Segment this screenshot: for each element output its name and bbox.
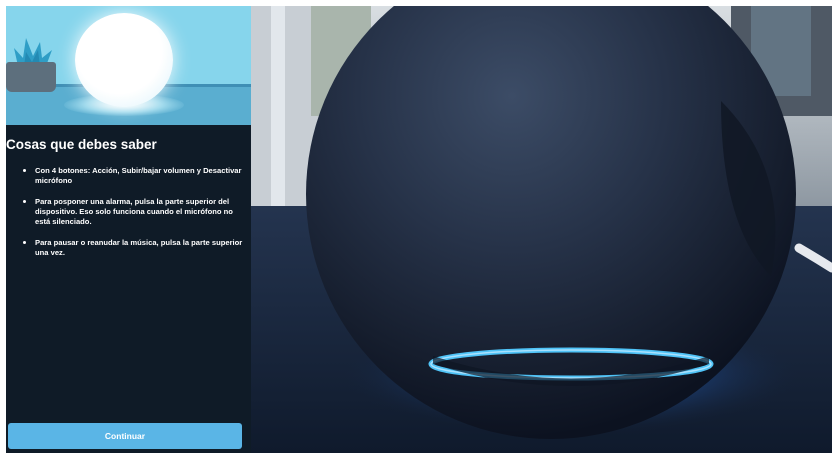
continue-button[interactable]: Continuar	[8, 423, 242, 449]
list-item-text: Con 4 botones: Acción, Subir/bajar volum…	[35, 166, 242, 185]
list-item: Para pausar o reanudar la música, pulsa …	[6, 238, 251, 258]
list-item-text: Para pausar o reanudar la música, pulsa …	[35, 238, 243, 257]
speaker-illustration	[75, 13, 173, 107]
page-title: Cosas que debes saber	[6, 137, 157, 152]
smart-speaker-illustration	[6, 6, 251, 125]
smart-speaker-photo	[251, 6, 832, 453]
screen: Cosas que debes saber Con 4 botones: Acc…	[0, 0, 832, 453]
info-panel: Cosas que debes saber Con 4 botones: Acc…	[6, 6, 251, 453]
list-item: Para posponer una alarma, pulsa la parte…	[6, 197, 251, 227]
list-item: Con 4 botones: Acción, Subir/bajar volum…	[6, 166, 251, 186]
photo-background-glass	[271, 6, 285, 206]
list-item-text: Para posponer una alarma, pulsa la parte…	[35, 197, 233, 226]
speaker-photo-drawing	[251, 6, 832, 453]
info-list: Con 4 botones: Acción, Subir/bajar volum…	[6, 166, 251, 269]
bullet-dot	[23, 241, 27, 245]
bullet-dot	[23, 169, 27, 173]
bullet-dot	[23, 200, 27, 204]
plant-pot	[6, 62, 56, 92]
